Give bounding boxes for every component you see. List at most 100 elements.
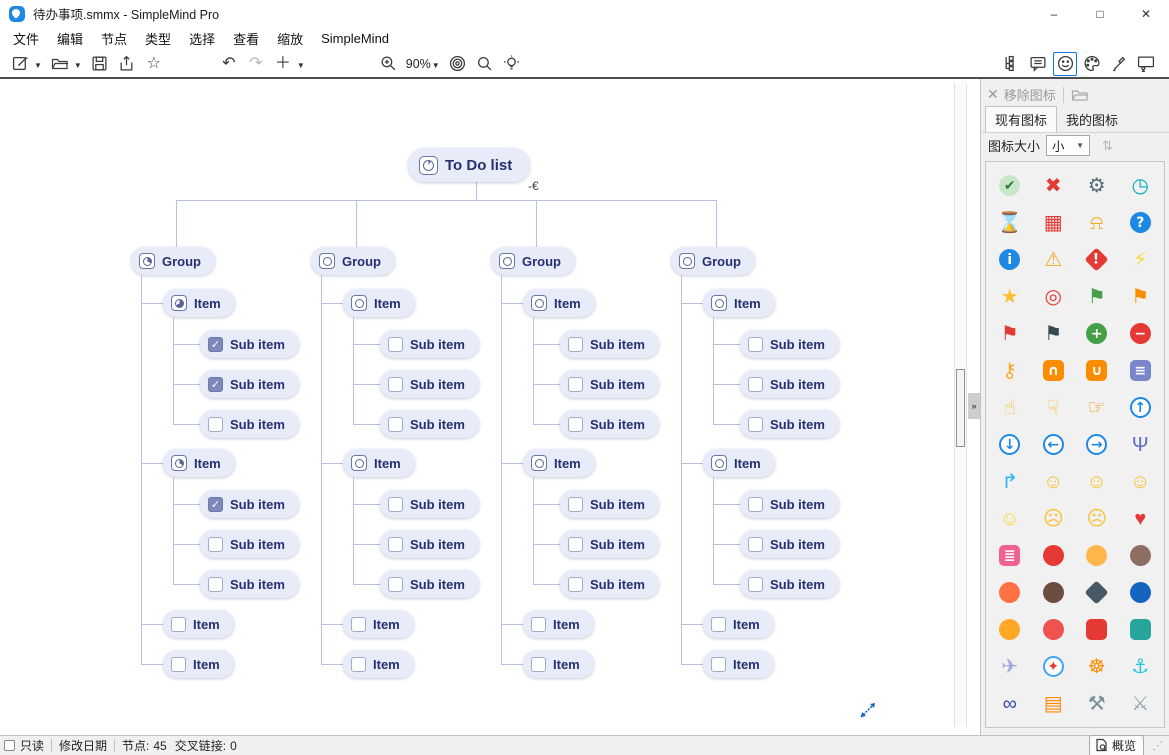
vertical-scrollbar[interactable] bbox=[954, 83, 967, 727]
airplane-icon[interactable]: ✈ bbox=[988, 648, 1032, 685]
flag-red-icon[interactable]: ⚑ bbox=[988, 315, 1032, 352]
brick-wall-icon[interactable]: ▤ bbox=[1032, 685, 1076, 722]
outline-view-button[interactable] bbox=[999, 52, 1023, 76]
cross-mark-icon[interactable]: ✖ bbox=[1032, 167, 1076, 204]
checkbox-checked-icon[interactable]: ✓ bbox=[208, 497, 223, 512]
checkbox-checked-icon[interactable]: ✓ bbox=[208, 337, 223, 352]
checkbox-unchecked-icon[interactable]: ✓ bbox=[748, 537, 763, 552]
target-icon[interactable]: ◎ bbox=[1032, 278, 1076, 315]
open-button[interactable] bbox=[48, 52, 72, 76]
mindmap-canvas[interactable]: To Do list-€GroupItem✓Sub item✓Sub item✓… bbox=[0, 79, 981, 735]
checkbox-unchecked-icon[interactable]: ✓ bbox=[388, 577, 403, 592]
boy-face-icon[interactable] bbox=[1075, 537, 1119, 574]
merge-arrow-icon[interactable]: ↱ bbox=[988, 463, 1032, 500]
menu-item-3[interactable]: 节点 bbox=[92, 29, 136, 48]
menu-item-5[interactable]: 选择 bbox=[180, 29, 224, 48]
mindmap-node-subitem[interactable]: ✓Sub item bbox=[380, 490, 479, 518]
winking-face-icon[interactable]: ☺ bbox=[1119, 463, 1163, 500]
mindmap-node-subitem[interactable]: ✓Sub item bbox=[560, 410, 659, 438]
panel-collapse-handle[interactable]: » bbox=[968, 393, 980, 419]
tab-my-icons[interactable]: 我的图标 bbox=[1057, 107, 1127, 132]
checkbox-unchecked-icon[interactable]: ✓ bbox=[711, 617, 726, 632]
scrollbar-thumb[interactable] bbox=[956, 369, 965, 447]
add-node-button[interactable]: ＋ bbox=[271, 52, 295, 76]
checkbox-unchecked-icon[interactable]: ✓ bbox=[388, 537, 403, 552]
balloon-icon[interactable] bbox=[1032, 537, 1076, 574]
arrow-down-icon[interactable]: ↓ bbox=[988, 426, 1032, 463]
checkbox-unchecked-icon[interactable]: ✓ bbox=[171, 617, 186, 632]
mindmap-node-subitem[interactable]: ✓Sub item bbox=[740, 330, 839, 358]
center-map-button[interactable] bbox=[446, 52, 470, 76]
truck-icon[interactable] bbox=[1119, 611, 1163, 648]
share-button[interactable] bbox=[115, 52, 139, 76]
mindmap-node-subitem[interactable]: ✓Sub item bbox=[200, 330, 299, 358]
checkbox-unchecked-icon[interactable]: ✓ bbox=[388, 417, 403, 432]
mindmap-node-item[interactable]: Item bbox=[343, 449, 415, 477]
mindmap-node-subitem[interactable]: ✓Sub item bbox=[560, 490, 659, 518]
warning-icon[interactable]: ⚠ bbox=[1032, 241, 1076, 278]
crosslink-marker[interactable]: -€ bbox=[528, 179, 539, 193]
mindmap-node-subitem[interactable]: ✓Sub item bbox=[200, 530, 299, 558]
mindmap-node-item[interactable]: Item bbox=[163, 289, 235, 317]
checkered-flag-icon[interactable]: ⚑ bbox=[1032, 315, 1076, 352]
undo-button[interactable]: ↶ bbox=[217, 52, 241, 76]
mindmap-node-item[interactable]: ✓Item bbox=[523, 650, 594, 678]
menu-item-8[interactable]: SimpleMind bbox=[312, 31, 398, 46]
checkbox-unchecked-icon[interactable]: ✓ bbox=[208, 537, 223, 552]
mindmap-node-group[interactable]: Group bbox=[311, 247, 395, 275]
mindmap-node-subitem[interactable]: ✓Sub item bbox=[380, 530, 479, 558]
checkbox-unchecked-icon[interactable]: ✓ bbox=[748, 577, 763, 592]
open-caret-icon[interactable]: ▼ bbox=[74, 61, 82, 70]
mindmap-node-item[interactable]: Item bbox=[703, 449, 775, 477]
info-icon[interactable]: i bbox=[988, 241, 1032, 278]
emoji-icons-button[interactable] bbox=[1053, 52, 1077, 76]
unlock-icon[interactable]: ∪ bbox=[1075, 352, 1119, 389]
zoom-level[interactable]: 90% bbox=[406, 57, 431, 71]
overview-button[interactable]: 概览 bbox=[1089, 735, 1144, 755]
checkbox-unchecked-icon[interactable]: ✓ bbox=[351, 617, 366, 632]
menu-item-1[interactable]: 文件 bbox=[4, 29, 48, 48]
checkbox-unchecked-icon[interactable]: ✓ bbox=[568, 537, 583, 552]
fork-arrows-icon[interactable]: Ψ bbox=[1119, 426, 1163, 463]
note-button[interactable] bbox=[1026, 52, 1050, 76]
minimize-button[interactable]: – bbox=[1031, 0, 1077, 27]
car-icon[interactable] bbox=[1075, 611, 1119, 648]
mindmap-node-item[interactable]: ✓Item bbox=[163, 650, 234, 678]
laughing-face-icon[interactable]: ☺ bbox=[1075, 463, 1119, 500]
checkbox-unchecked-icon[interactable]: ✓ bbox=[388, 497, 403, 512]
plus-icon[interactable]: + bbox=[1075, 315, 1119, 352]
mindmap-node-subitem[interactable]: ✓Sub item bbox=[200, 490, 299, 518]
thumbs-up-icon[interactable]: ☝ bbox=[988, 389, 1032, 426]
mindmap-node-subitem[interactable]: ✓Sub item bbox=[560, 330, 659, 358]
calendar-icon[interactable]: ▦ bbox=[1032, 204, 1076, 241]
mindmap-node-item[interactable]: ✓Item bbox=[703, 610, 774, 638]
mindmap-node-item[interactable]: Item bbox=[523, 449, 595, 477]
readonly-checkbox[interactable] bbox=[4, 740, 15, 751]
checkbox-unchecked-icon[interactable]: ✓ bbox=[208, 577, 223, 592]
checkbox-unchecked-icon[interactable]: ✓ bbox=[388, 337, 403, 352]
mindmap-node-item[interactable]: ✓Item bbox=[703, 650, 774, 678]
mindmap-node-group[interactable]: Group bbox=[491, 247, 575, 275]
anchor-icon[interactable]: ⚓ bbox=[1119, 648, 1163, 685]
zoom-caret-icon[interactable]: ▼ bbox=[432, 61, 440, 70]
mindmap-node-item[interactable]: Item bbox=[703, 289, 775, 317]
add-node-caret-icon[interactable]: ▼ bbox=[297, 61, 305, 70]
mindmap-node-subitem[interactable]: ✓Sub item bbox=[380, 330, 479, 358]
checkbox-unchecked-icon[interactable]: ✓ bbox=[351, 657, 366, 672]
checkbox-unchecked-icon[interactable]: ✓ bbox=[568, 497, 583, 512]
menu-item-6[interactable]: 查看 bbox=[224, 29, 268, 48]
thumbs-down-icon[interactable]: ☟ bbox=[1032, 389, 1076, 426]
exclamation-icon[interactable]: ! bbox=[1075, 241, 1119, 278]
grinning-face-icon[interactable]: ☺ bbox=[1032, 463, 1076, 500]
mindmap-node-subitem[interactable]: ✓Sub item bbox=[200, 410, 299, 438]
mindmap-node-subitem[interactable]: ✓Sub item bbox=[200, 370, 299, 398]
key-icon[interactable]: ⚷ bbox=[988, 352, 1032, 389]
save-button[interactable] bbox=[88, 52, 112, 76]
compass-icon[interactable]: ✦ bbox=[1032, 648, 1076, 685]
checkbox-unchecked-icon[interactable]: ✓ bbox=[748, 377, 763, 392]
star-icon[interactable]: ★ bbox=[988, 278, 1032, 315]
crying-face-icon[interactable]: ☹ bbox=[1075, 500, 1119, 537]
flag-green-icon[interactable]: ⚑ bbox=[1075, 278, 1119, 315]
search-button[interactable] bbox=[473, 52, 497, 76]
mindmap-node-item[interactable]: ✓Item bbox=[163, 610, 234, 638]
